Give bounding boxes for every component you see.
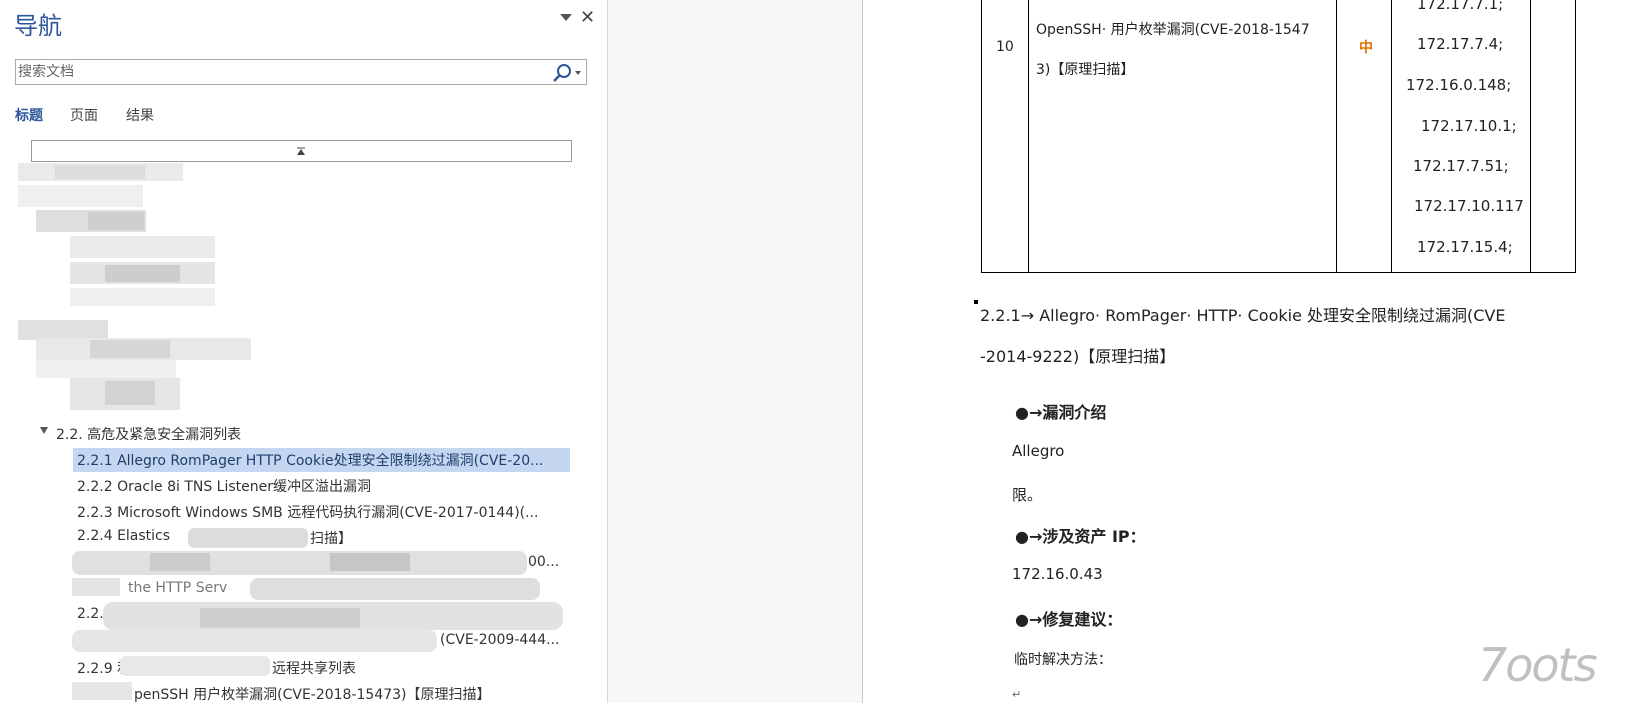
- fix-text: 临时解决方法：: [1014, 652, 1112, 668]
- nav-options-dropdown-icon[interactable]: [560, 14, 572, 21]
- ip-item: 172.17.15.4;: [1417, 238, 1513, 256]
- row-number-cell: 10: [981, 0, 1029, 273]
- tree-item-2-2-10[interactable]: penSSH 用户枚举漏洞(CVE-2018-15473)【原理扫描】: [134, 684, 491, 704]
- row-level: 中: [1359, 40, 1373, 56]
- tree-item-2-2-4-suffix: 扫描】: [310, 531, 352, 547]
- row-ip-cell: 172.17.7.1; 172.17.7.4; 172.16.0.148; 17…: [1391, 0, 1531, 273]
- document-gutter: [608, 0, 863, 703]
- tree-item-2-2-4[interactable]: 2.2.4 Elastics: [77, 528, 170, 544]
- tab-results[interactable]: 结果: [126, 105, 154, 125]
- asset-ip-value: 172.16.0.43: [1012, 565, 1103, 583]
- tree-item-2-2-1[interactable]: 2.2.1 Allegro RomPager HTTP Cookie处理安全限制…: [77, 450, 543, 470]
- fix-label: ●→修复建议：: [1015, 610, 1123, 629]
- ip-item: 172.17.7.4;: [1417, 35, 1504, 53]
- row-extra-cell: [1530, 0, 1576, 273]
- row-level-cell: 中: [1336, 0, 1392, 273]
- row-number: 10: [996, 39, 1014, 55]
- asset-ip-label: ●→涉及资产 IP：: [1015, 527, 1146, 546]
- tab-headings[interactable]: 标题: [15, 105, 43, 125]
- ip-item: 172.17.7.1;: [1417, 0, 1504, 13]
- tree-item-2-2-3[interactable]: 2.2.3 Microsoft Windows SMB 远程代码执行漏洞(CVE…: [77, 502, 539, 522]
- ip-item: 172.17.10.1;: [1421, 117, 1517, 135]
- tree-section-2-2[interactable]: 2.2. 高危及紧急安全漏洞列表: [56, 424, 241, 444]
- row-name-line-1: OpenSSH· 用户枚举漏洞(CVE-2018-1547: [1036, 22, 1310, 38]
- intro-text-1: Allegro: [1012, 442, 1065, 460]
- tree-item-2-2-6-fragment: the HTTP Serv: [128, 580, 228, 596]
- scroll-up-arrow-icon: [297, 147, 305, 155]
- tree-item-2-2-8-suffix: (CVE-2009-444...: [440, 632, 560, 648]
- tab-pages[interactable]: 页面: [70, 105, 98, 125]
- watermark-logo: 7oots: [1478, 638, 1598, 692]
- intro-label: ●→漏洞介绍: [1015, 403, 1107, 422]
- tree-item-2-2-2[interactable]: 2.2.2 Oracle 8i TNS Listener缓冲区溢出漏洞: [77, 476, 371, 496]
- ip-item: 172.17.7.51;: [1413, 157, 1509, 175]
- nav-title: 导航: [14, 12, 62, 40]
- ip-item: 172.16.0.148;: [1406, 76, 1512, 94]
- row-name-line-2: 3)【原理扫描】: [1036, 62, 1135, 78]
- navigation-pane: 导航 ✕ 标题 页面 结果: [0, 0, 607, 703]
- intro-text-2: 限。: [1012, 486, 1043, 504]
- search-options-dropdown-icon[interactable]: [575, 71, 581, 75]
- close-icon[interactable]: ✕: [580, 7, 595, 28]
- table-row: 10 OpenSSH· 用户枚举漏洞(CVE-2018-1547 3)【原理扫描…: [981, 0, 1576, 273]
- search-input[interactable]: [18, 62, 538, 82]
- collapse-triangle-icon[interactable]: [40, 427, 48, 434]
- search-icon[interactable]: [552, 63, 572, 83]
- cursor-mark: [974, 300, 978, 304]
- search-box[interactable]: [15, 59, 587, 85]
- row-name-cell: OpenSSH· 用户枚举漏洞(CVE-2018-1547 3)【原理扫描】: [1028, 0, 1337, 273]
- heading-2-2-1-line-2: -2014-9222)【原理扫描】: [980, 347, 1176, 366]
- heading-2-2-1-line-1: 2.2.1→ Allegro· RomPager· HTTP· Cookie 处…: [980, 306, 1506, 325]
- scroll-up-button[interactable]: [31, 140, 572, 162]
- paragraph-mark: ↵: [1012, 688, 1022, 701]
- ip-item: 172.17.10.117: [1414, 197, 1524, 215]
- vulnerability-table: 10 OpenSSH· 用户枚举漏洞(CVE-2018-1547 3)【原理扫描…: [981, 0, 1576, 273]
- tree-item-2-2-9-suffix: 远程共享列表: [272, 661, 356, 677]
- tree-item-2-2-5-suffix: 00...: [528, 554, 560, 570]
